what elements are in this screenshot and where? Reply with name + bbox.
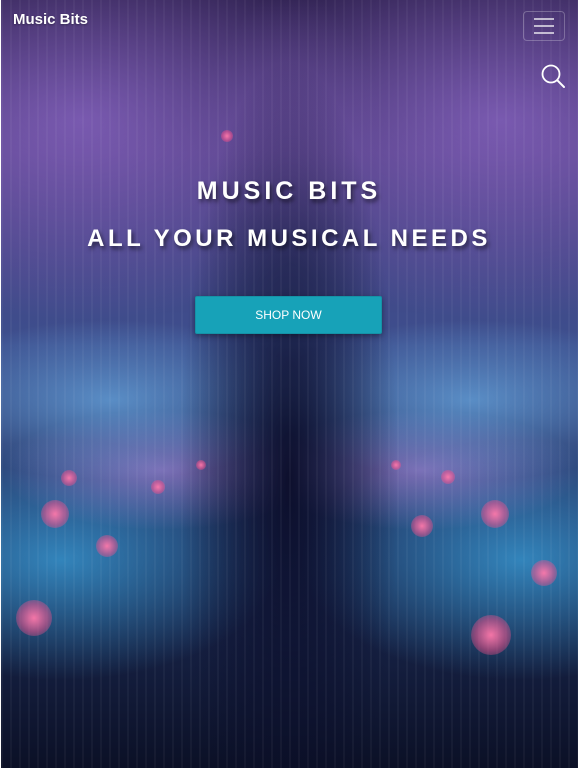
bokeh-light (96, 535, 118, 557)
bokeh-light (531, 560, 557, 586)
bokeh-light (61, 470, 77, 486)
top-navbar: Music Bits (0, 0, 578, 50)
hamburger-menu-icon (534, 18, 554, 20)
shop-now-button[interactable]: SHOP NOW (195, 296, 382, 334)
bokeh-light (391, 460, 401, 470)
hero-title: MUSIC BITS (196, 177, 382, 205)
bokeh-light (471, 615, 511, 655)
bokeh-light (411, 515, 433, 537)
hero-background-image (1, 0, 578, 768)
bokeh-light (481, 500, 509, 528)
navbar-toggle-button[interactable] (523, 11, 565, 41)
hamburger-menu-icon-bar (534, 32, 554, 34)
search-icon[interactable] (540, 63, 566, 89)
bokeh-light (151, 480, 165, 494)
bokeh-light (221, 130, 233, 142)
hero-subtitle: ALL YOUR MUSICAL NEEDS (87, 225, 491, 252)
bokeh-light (16, 600, 52, 636)
bokeh-light (441, 470, 455, 484)
hamburger-menu-icon-bar (534, 25, 554, 27)
bokeh-light (41, 500, 69, 528)
bokeh-light (196, 460, 206, 470)
brand-link[interactable]: Music Bits (13, 11, 88, 28)
